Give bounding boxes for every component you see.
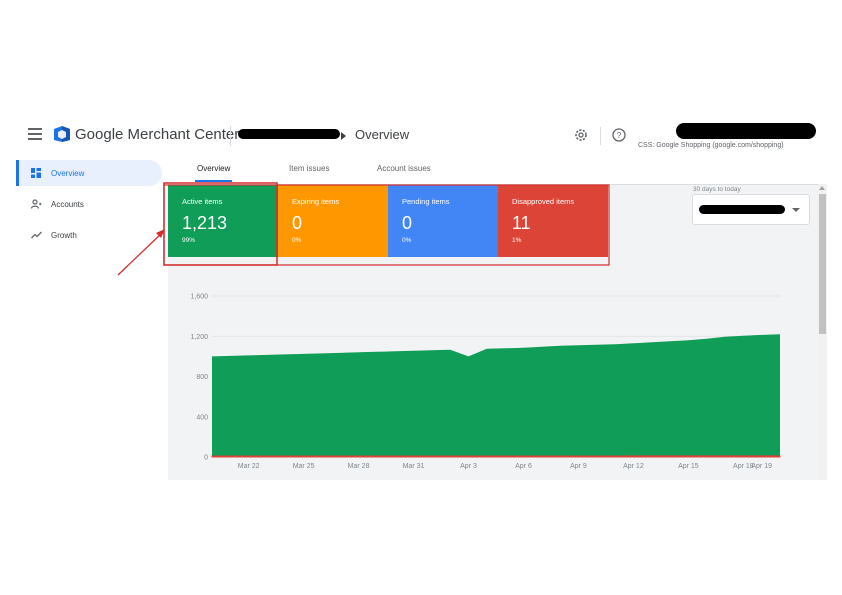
area-series-2	[211, 455, 781, 458]
y-tick-label: 400	[196, 414, 208, 421]
product-name: Google Merchant Center	[75, 126, 240, 143]
breadcrumb-arrow-icon	[341, 132, 346, 140]
y-tick-label: 800	[196, 374, 208, 381]
x-tick-label: Apr 19	[751, 463, 772, 470]
x-tick-label: Mar 31	[403, 463, 425, 470]
merchant-center-logo	[54, 126, 70, 142]
svg-text:?: ?	[617, 131, 622, 140]
help-icon[interactable]: ?	[611, 127, 627, 143]
x-tick-label: Mar 22	[238, 463, 260, 470]
scroll-up-icon[interactable]	[819, 186, 825, 190]
account-subtext: CSS: Google Shopping (google.com/shoppin…	[638, 142, 784, 149]
dashboard-icon	[30, 167, 42, 179]
scrollbar-thumb[interactable]	[819, 194, 826, 334]
sidebar-item-label: Growth	[51, 230, 77, 240]
main-content: Overview Item issues Account issues Acti…	[168, 154, 827, 480]
page-title: Overview	[355, 127, 410, 142]
x-tick-label: Apr 12	[623, 463, 644, 470]
area-series-0	[212, 334, 780, 457]
accounts-icon	[30, 198, 42, 210]
sidebar-item-label: Accounts	[51, 199, 84, 209]
settings-icon[interactable]	[573, 127, 589, 143]
y-tick-label: 0	[204, 455, 208, 462]
sidebar-item-growth[interactable]: Growth	[16, 222, 162, 248]
x-tick-label: Apr 3	[460, 463, 477, 470]
chart-areas	[211, 334, 781, 458]
sidebar-item-accounts[interactable]: Accounts	[16, 191, 162, 217]
y-tick-label: 1,200	[190, 334, 208, 341]
y-axis: 1,600 1,200 800 400 0	[190, 294, 208, 462]
items-chart: 1,6001,2008004000 Mar 22 Mar 25 Mar 28 Mar …	[190, 294, 781, 470]
x-axis: Mar 22 Mar 25 Mar 28 Mar 31 Apr 3 Apr 6 Apr 9 A…	[238, 463, 772, 470]
sidebar-item-label: Overview	[51, 168, 85, 178]
x-tick-label: Apr 15	[678, 463, 699, 470]
sidebar-item-overview[interactable]: Overview	[16, 160, 162, 186]
icon-divider	[600, 127, 601, 145]
y-tick-label: 1,600	[190, 294, 208, 301]
top-app-bar: Google Merchant Center Overview ? CSS: G…	[14, 118, 827, 154]
redacted-account-name	[238, 129, 340, 139]
menu-icon[interactable]	[28, 128, 42, 140]
sidebar: Overview Accounts Growth	[14, 154, 164, 480]
x-tick-label: Apr 9	[570, 463, 587, 470]
redacted-account-email	[676, 123, 816, 139]
x-tick-label: Mar 25	[293, 463, 315, 470]
growth-icon	[30, 229, 42, 241]
header-divider	[230, 126, 231, 146]
x-tick-label: Apr 6	[515, 463, 532, 470]
x-tick-label: Mar 28	[348, 463, 370, 470]
